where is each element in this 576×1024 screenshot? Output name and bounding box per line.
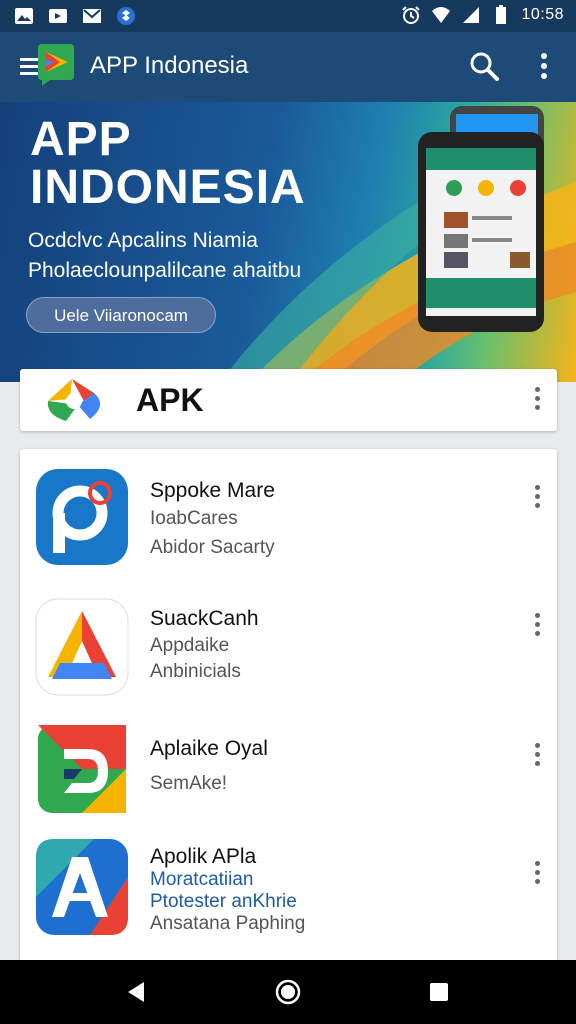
video-icon xyxy=(49,9,67,23)
back-icon[interactable] xyxy=(124,980,148,1004)
apk-card[interactable]: APK xyxy=(20,369,557,431)
dropbox-icon xyxy=(117,7,135,25)
d-logo-icon xyxy=(38,725,126,813)
item-more-icon[interactable] xyxy=(531,485,543,513)
banner-subtitle-line2: Pholaeclounpalilcane ahaitbu xyxy=(28,259,302,282)
banner-cta-button[interactable]: Uele Viiaronocam xyxy=(26,297,216,333)
app-list: Sppoke Mare IoabCares Abidor Sacarty Sua… xyxy=(20,449,557,963)
app-title: APP Indonesia xyxy=(90,52,249,79)
item-more-icon[interactable] xyxy=(531,613,543,641)
list-item[interactable]: Aplaike Oyal SemAke! xyxy=(20,715,557,839)
app-subtitle: IoabCares xyxy=(150,508,238,529)
apk-more-icon[interactable] xyxy=(531,387,543,415)
recents-icon[interactable] xyxy=(429,982,449,1002)
apk-label: APK xyxy=(136,382,204,418)
a-logo-icon xyxy=(35,598,129,696)
phone-mockup-image xyxy=(418,106,544,332)
banner-title: APP INDONESIA xyxy=(30,116,306,212)
search-icon[interactable] xyxy=(468,50,500,82)
banner-title-line2: INDONESIA xyxy=(30,161,306,214)
item-more-icon[interactable] xyxy=(531,743,543,771)
alarm-icon xyxy=(402,6,421,24)
app-subtitle: SemAke! xyxy=(150,773,228,794)
p-logo-icon xyxy=(36,469,128,565)
mail-icon xyxy=(83,9,101,23)
list-item[interactable]: Apolik APla Moratcatiian Ptotester anKhr… xyxy=(20,833,557,957)
wifi-icon xyxy=(432,7,451,23)
battery-icon xyxy=(496,5,507,24)
app-description: Ansatana Paphing xyxy=(150,913,306,934)
banner-subtitle: Ocdclvc Apcalins Niamia Pholaeclounpalil… xyxy=(28,226,301,286)
promo-banner[interactable]: APP INDONESIA Ocdclvc Apcalins Niamia Ph… xyxy=(0,102,576,382)
home-icon[interactable] xyxy=(275,979,301,1005)
status-bar: 10:58 xyxy=(0,0,576,32)
item-more-icon[interactable] xyxy=(531,861,543,889)
app-subtitle: Appdaike xyxy=(150,635,230,656)
app-description: Abidor Sacarty xyxy=(150,537,275,558)
app-logo-icon xyxy=(38,44,74,86)
app-name: Sppoke Mare xyxy=(150,479,275,502)
app-name: Aplaike Oyal xyxy=(150,737,268,760)
clock-time: 10:58 xyxy=(521,6,564,23)
banner-subtitle-line1: Ocdclvc Apcalins Niamia xyxy=(28,229,258,252)
apk-logo-icon xyxy=(47,379,101,421)
banner-title-line1: APP xyxy=(30,113,132,166)
list-item[interactable]: SuackCanh Appdaike Anbinicials xyxy=(20,589,557,713)
ap-logo-icon xyxy=(36,839,128,935)
app-name: SuackCanh xyxy=(150,607,259,630)
app-subtitle: Moratcatiian xyxy=(150,869,254,890)
app-name: Apolik APla xyxy=(150,845,257,868)
app-description: Anbinicials xyxy=(150,661,241,682)
app-bar: APP Indonesia xyxy=(0,32,576,102)
navigation-bar xyxy=(0,960,576,1024)
list-item[interactable]: Sppoke Mare IoabCares Abidor Sacarty xyxy=(20,463,557,587)
signal-icon xyxy=(463,7,480,23)
more-vert-icon[interactable] xyxy=(536,50,552,84)
image-icon xyxy=(15,8,33,24)
app-subtitle-2: Ptotester anKhrie xyxy=(150,891,297,912)
